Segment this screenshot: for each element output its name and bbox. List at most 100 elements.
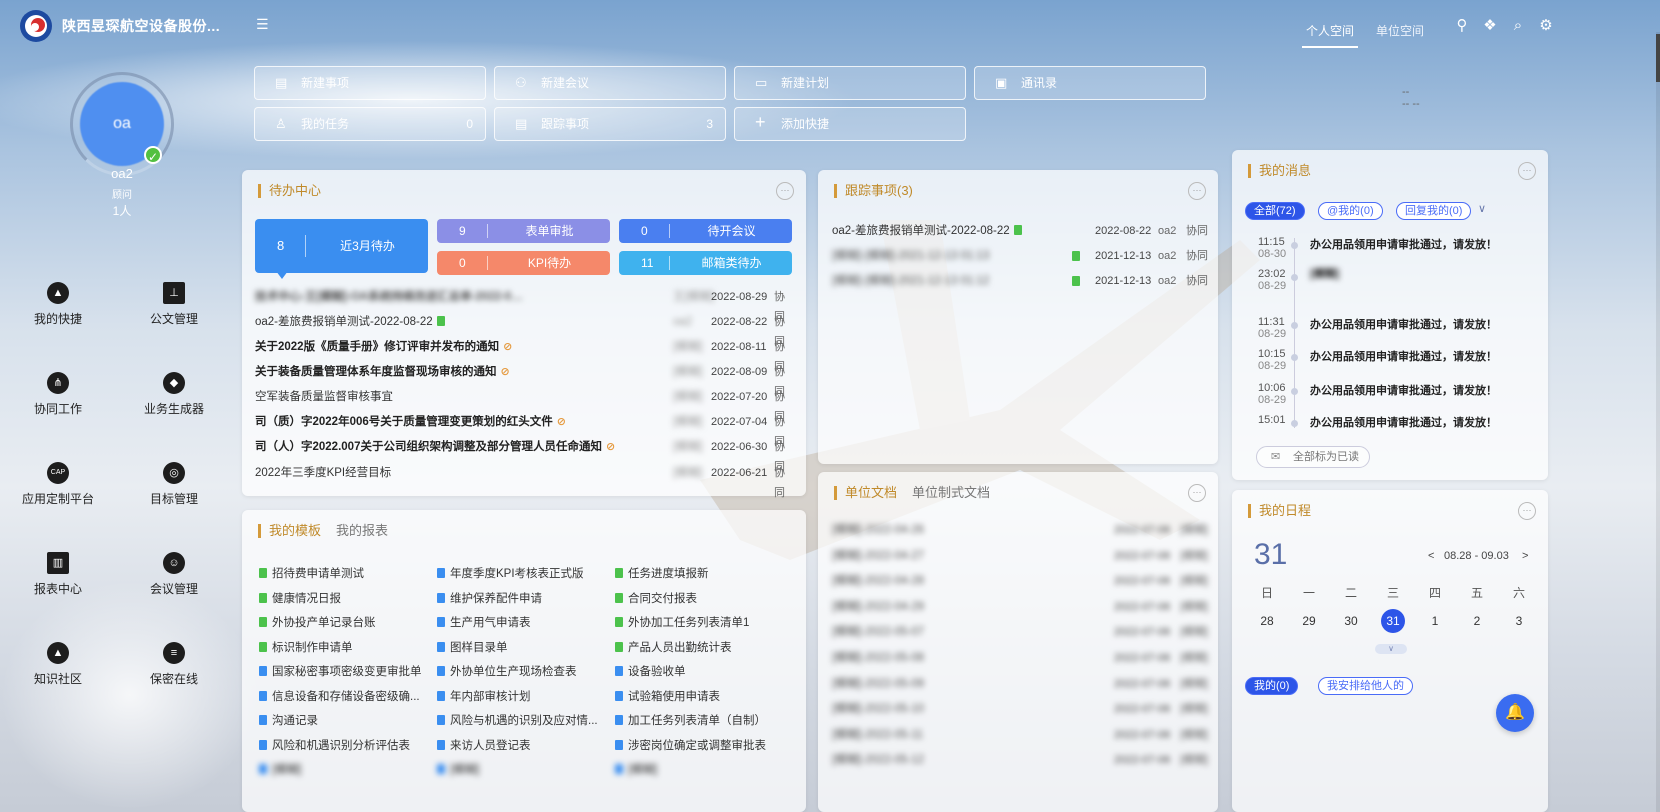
settings-icon[interactable]: ⚙ xyxy=(1536,16,1556,36)
notification-bell-icon[interactable]: 🔔 xyxy=(1496,694,1534,732)
new-plan-button[interactable]: ▭ 新建计划 xyxy=(734,66,966,100)
template-item[interactable]: 设备验收单 xyxy=(615,663,785,679)
tab-my-reports[interactable]: 我的报表 xyxy=(336,524,388,538)
tab-my-templates[interactable]: 我的模板 xyxy=(258,524,321,538)
tracking-row[interactable]: oa2-差旅费报销单测试-2022-08-22 2022-08-22 oa2 协同 xyxy=(832,221,1212,241)
calendar-day[interactable]: 30 xyxy=(1339,609,1363,633)
calendar-day[interactable]: 31 xyxy=(1381,609,1405,633)
sidebar-item-app-platform[interactable]: CAP 应用定制平台 xyxy=(8,462,108,507)
more-icon[interactable]: ··· xyxy=(1518,502,1536,520)
message-item[interactable]: 办公用品领用申请审批通过，请发放！ xyxy=(1310,414,1530,430)
company-logo[interactable] xyxy=(18,8,54,44)
document-row[interactable]: [模糊]-2022-05-10 2022-07-06 [模糊] xyxy=(832,699,1212,719)
template-item[interactable]: 来访人员登记表 xyxy=(437,737,607,753)
recent-todo-tile[interactable]: 8 近3月待办 xyxy=(255,219,428,273)
scrollbar-thumb[interactable] xyxy=(1656,34,1660,82)
sidebar-item-meetings[interactable]: ☺ 会议管理 xyxy=(124,552,224,597)
filter-mentions[interactable]: @我的(0) xyxy=(1318,202,1383,220)
new-meeting-button[interactable]: ⚇ 新建会议 xyxy=(494,66,726,100)
tracking-row[interactable]: [模糊]-[模糊]-2021-12-13 01:12 2021-12-13 oa2 协… xyxy=(832,271,1212,291)
template-item[interactable]: 风险与机遇的识别及应对情... xyxy=(437,712,607,728)
template-item[interactable]: 年度季度KPI考核表正式版 xyxy=(437,565,607,581)
menu-toggle-icon[interactable]: ☰ xyxy=(256,16,269,33)
filter-replies[interactable]: 回复我的(0) xyxy=(1396,202,1472,220)
sidebar-item-security[interactable]: ≡ 保密在线 xyxy=(124,642,224,687)
template-item[interactable]: 招待费申请单测试 xyxy=(259,565,429,581)
template-item[interactable]: 涉密岗位确定或调整审批表 xyxy=(615,737,785,753)
calendar-day[interactable]: 29 xyxy=(1297,609,1321,633)
kpi-todo-tile[interactable]: 0 KPI待办 xyxy=(437,251,610,275)
apps-icon[interactable]: ❖ xyxy=(1480,16,1500,36)
template-item[interactable]: 任务进度填报新 xyxy=(615,565,785,581)
expand-calendar-icon[interactable]: ∨ xyxy=(1375,644,1407,654)
template-item[interactable]: 外协单位生产现场检查表 xyxy=(437,663,607,679)
form-approval-tile[interactable]: 9 表单审批 xyxy=(437,219,610,243)
document-row[interactable]: [模糊]-2022-05-09 2022-07-06 [模糊] xyxy=(832,674,1212,694)
template-item[interactable]: 风险和机遇识别分析评估表 xyxy=(259,737,429,753)
location-icon[interactable]: ⚲ xyxy=(1452,16,1472,36)
template-item[interactable]: 外协投产单记录台账 xyxy=(259,614,429,630)
document-row[interactable]: [模糊]-2022-05-11 2022-07-06 [模糊] xyxy=(832,725,1212,745)
tab-my-schedule[interactable]: 我的(0) xyxy=(1245,677,1299,695)
sidebar-item-collaboration[interactable]: ⋔ 协同工作 xyxy=(8,372,108,417)
message-item[interactable]: 办公用品领用申请审批通过，请发放！ xyxy=(1310,348,1530,364)
template-item[interactable]: [模糊] xyxy=(437,761,607,777)
template-item[interactable]: 年内部审核计划 xyxy=(437,688,607,704)
template-item[interactable]: 图样目录单 xyxy=(437,639,607,655)
new-item-button[interactable]: ▤ 新建事项 xyxy=(254,66,486,100)
todo-row[interactable]: 司（质）字2022年006号关于质量管理变更策划的红头文件 ⊘ [模糊] 2022-0… xyxy=(255,412,795,448)
mark-all-read-button[interactable]: ✉ 全部标为已读 xyxy=(1256,446,1370,468)
sidebar-item-reports[interactable]: ▥ 报表中心 xyxy=(8,552,108,597)
more-icon[interactable]: ··· xyxy=(1188,182,1206,200)
tab-unit-documents[interactable]: 单位文档 xyxy=(834,486,897,500)
template-item[interactable]: 标识制作申请单 xyxy=(259,639,429,655)
search-icon[interactable]: ⌕ xyxy=(1508,16,1528,36)
document-row[interactable]: [模糊]-2022-05-12 2022-07-06 [模糊] xyxy=(832,750,1212,770)
message-item[interactable]: 办公用品领用申请审批通过，请发放！ xyxy=(1310,316,1530,332)
mail-todo-tile[interactable]: 11 邮箱类待办 xyxy=(619,251,792,275)
todo-row[interactable]: 空军装备质量监督审核事宜 [模糊] 2022-07-20 协同 xyxy=(255,387,795,423)
document-row[interactable]: [模糊]-2022-04-26 2022-07-06 [模糊] xyxy=(832,520,1212,540)
message-item[interactable]: [模糊] xyxy=(1310,268,1530,294)
todo-row[interactable]: 司（人）字2022.007关于公司组织架构调整及部分管理人员任命通知 ⊘ [模糊] 2… xyxy=(255,437,795,473)
todo-row[interactable]: 2022年三季度KPI经营目标 [模糊] 2022-06-21 协同 xyxy=(255,463,795,499)
document-row[interactable]: [模糊]-2022-05-07 2022-07-06 [模糊] xyxy=(832,622,1212,642)
tab-unit-standard-documents[interactable]: 单位制式文档 xyxy=(912,486,990,500)
sidebar-item-knowledge[interactable]: ▲ 知识社区 xyxy=(8,642,108,687)
template-item[interactable]: [模糊] xyxy=(259,761,429,777)
template-item[interactable]: 国家秘密事项密级变更审批单 xyxy=(259,663,429,679)
more-icon[interactable]: ··· xyxy=(776,182,794,200)
page-scrollbar[interactable] xyxy=(1656,32,1660,812)
template-item[interactable]: 试验箱使用申请表 xyxy=(615,688,785,704)
todo-row[interactable]: 技术中心-王[模糊]-OA系统持续改进汇总单-2022-08-29 王[模糊] 20… xyxy=(255,287,795,323)
template-item[interactable]: 生产用气申请表 xyxy=(437,614,607,630)
template-item[interactable]: 外协加工任务列表清单1 xyxy=(615,614,785,630)
add-shortcut-button[interactable]: + 添加快捷 xyxy=(734,107,966,141)
chevron-down-icon[interactable]: ∨ xyxy=(1478,202,1486,215)
todo-row[interactable]: 关于2022版《质量手册》修订评审并发布的通知 ⊘ [模糊] 2022-08-11 协同 xyxy=(255,337,795,373)
template-item[interactable]: 加工任务列表清单（自制） xyxy=(615,712,785,728)
calendar-day[interactable]: 3 xyxy=(1507,609,1531,633)
tracking-button[interactable]: ▤ 跟踪事项 3 xyxy=(494,107,726,141)
my-tasks-button[interactable]: ♙ 我的任务 0 xyxy=(254,107,486,141)
template-item[interactable]: 维护保养配件申请 xyxy=(437,590,607,606)
todo-row[interactable]: 关于装备质量管理体系年度监督现场审核的通知 ⊘ [模糊] 2022-08-09 协同 xyxy=(255,362,795,398)
week-prev-button[interactable]: < xyxy=(1428,550,1434,562)
calendar-day[interactable]: 28 xyxy=(1255,609,1279,633)
tab-personal-space[interactable]: 个人空间 xyxy=(1301,22,1359,48)
tab-unit-space[interactable]: 单位空间 xyxy=(1376,22,1424,39)
sidebar-item-documents[interactable]: ⊥ 公文管理 xyxy=(124,282,224,327)
template-item[interactable]: [模糊] xyxy=(615,761,785,777)
document-row[interactable]: [模糊]-2022-05-08 2022-07-06 [模糊] xyxy=(832,648,1212,668)
document-row[interactable]: [模糊]-2022-04-29 2022-07-06 [模糊] xyxy=(832,597,1212,617)
template-item[interactable]: 沟通记录 xyxy=(259,712,429,728)
tab-assigned-to-others[interactable]: 我安排给他人的 xyxy=(1318,677,1413,695)
tracking-row[interactable]: [模糊]-[模糊]-2021-12-13 01:13 2021-12-13 oa2 协… xyxy=(832,246,1212,266)
calendar-day[interactable]: 1 xyxy=(1423,609,1447,633)
document-row[interactable]: [模糊]-2022-04-28 2022-07-06 [模糊] xyxy=(832,571,1212,591)
more-icon[interactable]: ··· xyxy=(1518,162,1536,180)
document-row[interactable]: [模糊]-2022-04-27 2022-07-06 [模糊] xyxy=(832,546,1212,566)
message-item[interactable]: 办公用品领用申请审批通过，请发放！ xyxy=(1310,236,1530,252)
contacts-button[interactable]: ▣ 通讯录 xyxy=(974,66,1206,100)
message-item[interactable]: 办公用品领用申请审批通过，请发放！ xyxy=(1310,382,1530,398)
